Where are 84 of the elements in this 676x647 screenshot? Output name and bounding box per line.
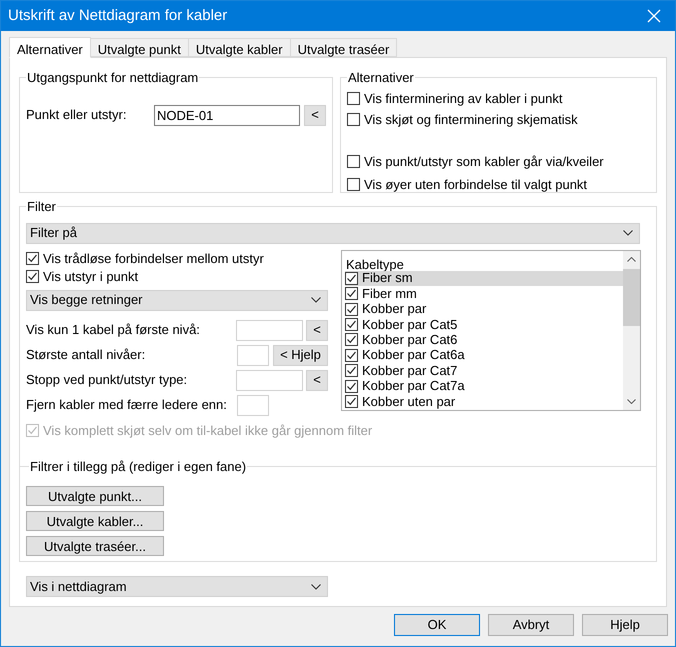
checkmark-icon	[346, 304, 357, 315]
checkbox-label: Vis komplett skjøt selv om til-kabel ikke går gjennom filter	[43, 422, 372, 440]
dialog-button[interactable]: Hjelp	[582, 614, 668, 636]
checkmark-icon	[346, 365, 357, 376]
list-item[interactable]: Fiber mm	[345, 286, 623, 302]
checkmark-icon	[27, 253, 38, 264]
checkbox[interactable]	[345, 302, 358, 316]
pick-button[interactable]: <	[306, 320, 328, 340]
input-field[interactable]	[237, 394, 269, 416]
chevron-down-icon[interactable]	[627, 398, 636, 404]
field-label: Punkt eller utstyr:	[26, 106, 128, 124]
group-title: Filter	[26, 198, 57, 216]
checkbox-label: Vis utstyr i punkt	[43, 268, 138, 286]
checkbox-label: Vis trådløse forbindelser mellom utstyr	[43, 250, 264, 268]
input-field[interactable]	[236, 370, 303, 390]
field-label: Stopp ved punkt/utstyr type:	[26, 371, 188, 390]
checkbox[interactable]	[345, 395, 358, 408]
checkmark-icon	[346, 288, 357, 300]
chevron-up-icon[interactable]	[627, 256, 636, 262]
checkbox[interactable]	[345, 318, 358, 332]
checkbox-label: Vis øyer uten forbindelse til valgt punkt	[364, 176, 588, 194]
pick-button[interactable]: < Hjelp	[273, 344, 328, 366]
chevron-down-icon	[623, 230, 633, 236]
filter-button[interactable]: Utvalgte traséer...	[26, 536, 164, 556]
window-title: Utskrift av Nettdiagram for kabler	[8, 6, 228, 26]
list-item[interactable]: Kobber par	[345, 301, 623, 317]
list-item[interactable]: Kobber par Cat5	[345, 316, 623, 332]
checkbox[interactable]	[345, 333, 358, 346]
checkbox[interactable]	[345, 380, 358, 393]
tab[interactable]: Utvalgte traséer	[290, 38, 398, 57]
checkbox[interactable]	[345, 348, 358, 362]
checkmark-icon	[346, 350, 357, 361]
checkbox[interactable]	[345, 287, 358, 300]
dialog-button[interactable]: Avbryt	[488, 614, 574, 636]
input-field[interactable]	[236, 320, 303, 340]
field-label: Vis kun 1 kabel på første nivå:	[26, 321, 201, 340]
checkbox[interactable]	[345, 272, 358, 285]
dropdown[interactable]: Filter på	[26, 222, 640, 244]
scroll-thumb[interactable]	[623, 268, 640, 326]
filter-button[interactable]: Utvalgte kabler...	[26, 511, 164, 531]
list-item[interactable]: Kobber par Cat7a	[345, 378, 623, 394]
list-header: Kabeltype	[345, 256, 405, 270]
close-icon[interactable]	[647, 9, 661, 23]
group-title: Utgangspunkt for nettdiagram	[26, 69, 200, 87]
tab[interactable]: Alternativer	[9, 37, 91, 58]
checkmark-icon	[27, 271, 38, 282]
scrollbar[interactable]	[623, 250, 640, 410]
checkbox[interactable]	[26, 270, 39, 283]
checkbox-label: Vis skjøt og finterminering skjematisk	[364, 110, 578, 129]
checkmark-icon	[346, 319, 357, 330]
checkmark-icon	[346, 396, 357, 408]
input-field[interactable]	[237, 344, 269, 366]
field-label: Fjern kabler med færre ledere enn:	[26, 396, 228, 414]
list-item[interactable]: Kobber par Cat7	[345, 363, 623, 379]
dialog-button[interactable]: OK	[394, 614, 480, 636]
field-label: Største antall nivåer:	[26, 346, 146, 364]
filter-button[interactable]: Utvalgte punkt...	[26, 486, 164, 506]
input-field[interactable]: NODE-01	[154, 104, 300, 126]
checkbox[interactable]	[347, 155, 360, 168]
dropdown[interactable]: Vis i nettdiagram	[26, 576, 328, 597]
group-title: Alternativer	[347, 69, 415, 87]
list-item[interactable]: Kobber par Cat6a	[345, 348, 623, 364]
checkmark-icon	[346, 334, 357, 346]
checkmark-icon	[346, 380, 357, 392]
checkbox-label: Vis finterminering av kabler i punkt	[364, 90, 562, 108]
checkbox[interactable]	[347, 92, 360, 105]
dropdown[interactable]: Vis begge retninger	[26, 290, 328, 310]
checkmark-icon	[27, 425, 38, 436]
checkbox-label: Vis punkt/utstyr som kabler går via/kveiler	[364, 152, 604, 171]
list-item[interactable]: Fiber sm	[345, 270, 623, 286]
tab[interactable]: Utvalgte kabler	[188, 38, 291, 57]
pick-button[interactable]: <	[306, 370, 328, 390]
list-item[interactable]: Kobber par Cat6	[345, 332, 623, 348]
checkbox[interactable]	[26, 252, 39, 265]
checkmark-icon	[346, 272, 357, 284]
chevron-down-icon	[311, 297, 321, 303]
list-item[interactable]: Kobber uten par	[345, 394, 623, 410]
chevron-down-icon	[311, 584, 321, 590]
tab[interactable]: Utvalgte punkt	[90, 38, 189, 57]
checkbox[interactable]	[347, 113, 360, 126]
checkbox[interactable]	[347, 178, 360, 191]
checkbox[interactable]	[345, 364, 358, 378]
group-title: Filtrer i tillegg på (rediger i egen fane)	[29, 458, 248, 476]
pick-button[interactable]: <	[304, 104, 326, 126]
